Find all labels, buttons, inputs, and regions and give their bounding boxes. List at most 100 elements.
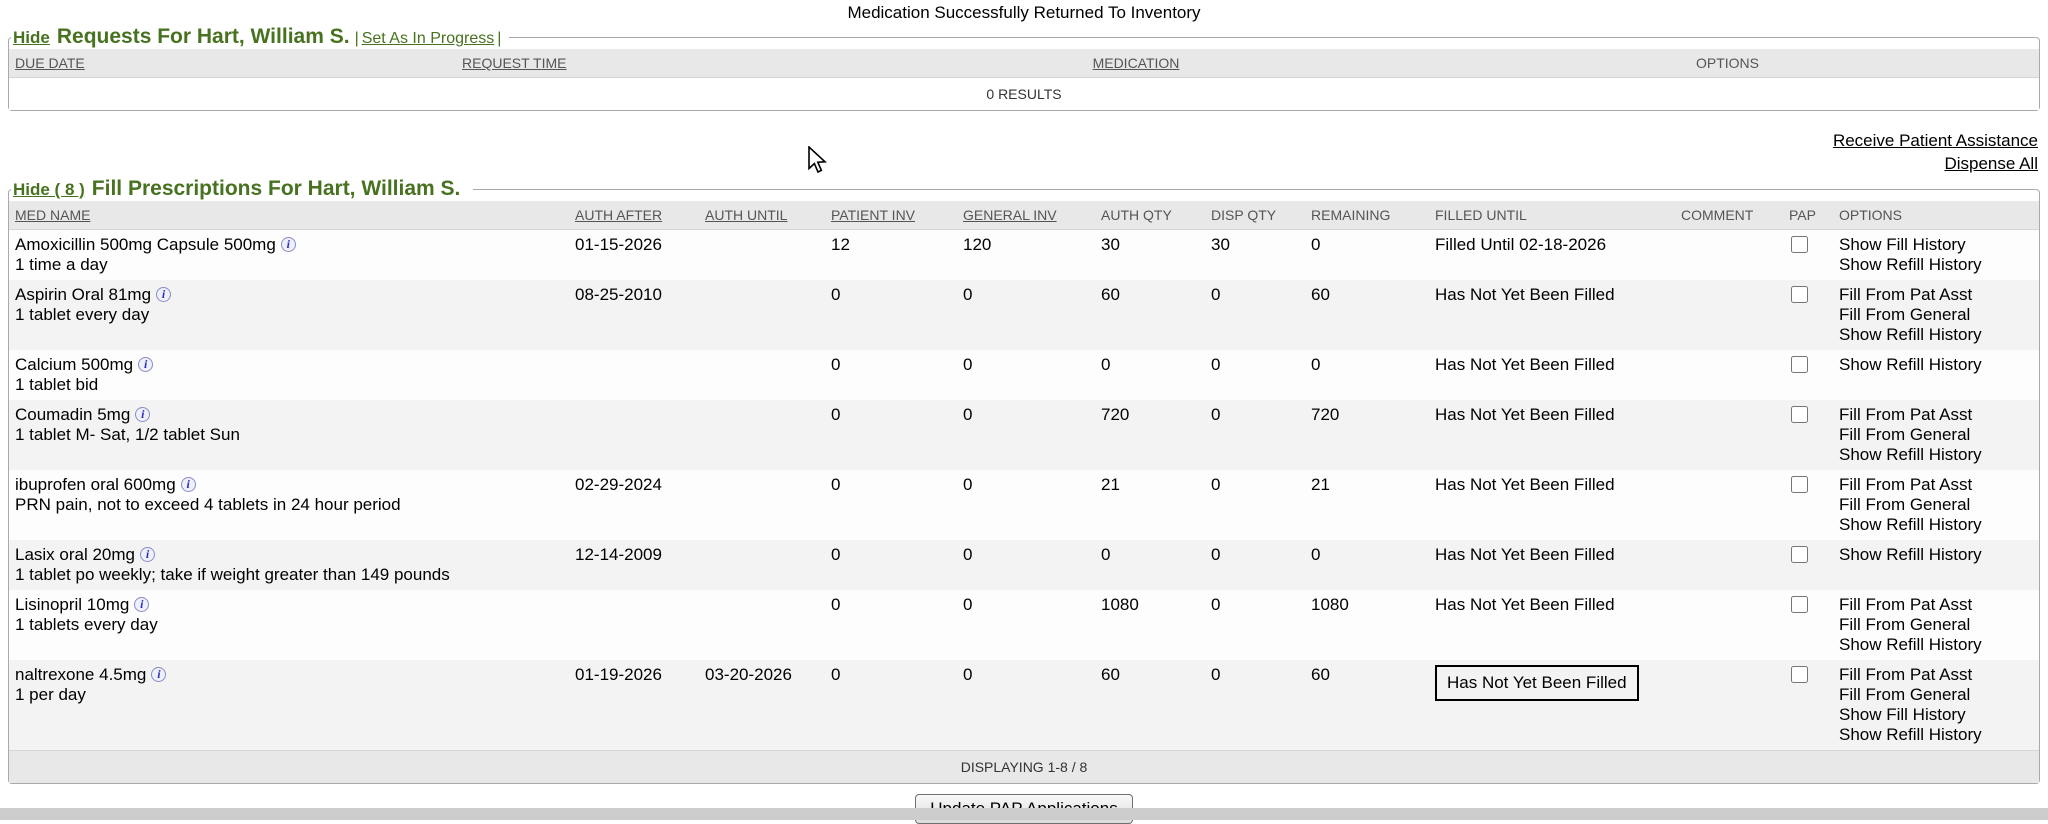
col-due-date[interactable]: DUE DATE	[9, 49, 456, 78]
col-medication[interactable]: MEDICATION	[856, 49, 1416, 78]
receive-patient-assistance-link[interactable]: Receive Patient Assistance	[10, 129, 2038, 152]
info-icon[interactable]: i	[281, 237, 296, 252]
options-cell: Show Fill HistoryShow Refill History	[1833, 230, 2039, 281]
option-link[interactable]: Show Fill History	[1839, 705, 2033, 725]
status-message: Medication Successfully Returned To Inve…	[0, 0, 2048, 23]
auth-until-cell: 03-20-2026	[699, 660, 825, 751]
option-link[interactable]: Show Refill History	[1839, 725, 2033, 745]
col-comment: COMMENT	[1675, 201, 1783, 230]
info-icon[interactable]: i	[181, 477, 196, 492]
pap-cell	[1783, 400, 1833, 470]
info-icon[interactable]: i	[140, 547, 155, 562]
prescription-row: Amoxicillin 500mg Capsule 500mgi 1 time …	[9, 230, 2039, 281]
disp-qty-cell: 0	[1205, 540, 1305, 590]
filled-until-cell: Has Not Yet Been Filled	[1429, 540, 1675, 590]
comment-cell	[1675, 470, 1783, 540]
option-link[interactable]: Fill From General	[1839, 615, 2033, 635]
option-link[interactable]: Show Refill History	[1839, 515, 2033, 535]
info-icon[interactable]: i	[135, 407, 150, 422]
option-link[interactable]: Fill From General	[1839, 425, 2033, 445]
option-link[interactable]: Fill From Pat Asst	[1839, 595, 2033, 615]
col-request-time[interactable]: REQUEST TIME	[456, 49, 856, 78]
pap-checkbox[interactable]	[1791, 356, 1808, 373]
pap-checkbox[interactable]	[1791, 286, 1808, 303]
auth-after-cell: 01-19-2026	[569, 660, 699, 751]
options-cell: Fill From Pat AsstFill From GeneralShow …	[1833, 280, 2039, 350]
auth-until-cell	[699, 280, 825, 350]
auth-after-cell	[569, 590, 699, 660]
option-link[interactable]: Fill From Pat Asst	[1839, 285, 2033, 305]
filled-until-cell: Has Not Yet Been Filled	[1429, 350, 1675, 400]
col-auth-until[interactable]: AUTH UNTIL	[699, 201, 825, 230]
filled-until-cell: Has Not Yet Been Filled	[1429, 470, 1675, 540]
option-link[interactable]: Show Refill History	[1839, 545, 2033, 565]
option-link[interactable]: Show Refill History	[1839, 255, 2033, 275]
dispense-all-link[interactable]: Dispense All	[10, 152, 2038, 175]
col-options: OPTIONS	[1833, 201, 2039, 230]
auth-qty-cell: 0	[1095, 540, 1205, 590]
pap-checkbox[interactable]	[1791, 666, 1808, 683]
option-link[interactable]: Show Fill History	[1839, 235, 2033, 255]
med-name: ibuprofen oral 600mg	[15, 475, 176, 494]
paging-status: DISPLAYING 1-8 / 8	[9, 751, 2039, 784]
option-link[interactable]: Fill From General	[1839, 685, 2033, 705]
col-auth-after[interactable]: AUTH AFTER	[569, 201, 699, 230]
remaining-cell: 1080	[1305, 590, 1429, 660]
hide-fill-prescriptions-link[interactable]: Hide ( 8 )	[13, 180, 85, 199]
option-link[interactable]: Show Refill History	[1839, 445, 2033, 465]
pap-checkbox[interactable]	[1791, 546, 1808, 563]
disp-qty-cell: 0	[1205, 350, 1305, 400]
prescription-row: Lasix oral 20mgi 1 tablet po weekly; tak…	[9, 540, 2039, 590]
auth-after-cell: 02-29-2024	[569, 470, 699, 540]
med-name: Coumadin 5mg	[15, 405, 130, 424]
col-general-inv[interactable]: GENERAL INV	[957, 201, 1095, 230]
pap-checkbox[interactable]	[1791, 596, 1808, 613]
prescription-row: Lisinopril 10mgi 1 tablets every day 0 0…	[9, 590, 2039, 660]
info-icon[interactable]: i	[138, 357, 153, 372]
option-link[interactable]: Fill From Pat Asst	[1839, 665, 2033, 685]
set-as-in-progress-link[interactable]: Set As In Progress	[362, 30, 495, 47]
general-inv-cell: 0	[957, 280, 1095, 350]
filled-until-status: Has Not Yet Been Filled	[1435, 545, 1615, 565]
auth-qty-cell: 21	[1095, 470, 1205, 540]
auth-qty-cell: 1080	[1095, 590, 1205, 660]
info-icon[interactable]: i	[156, 287, 171, 302]
pap-checkbox[interactable]	[1791, 476, 1808, 493]
med-name: Amoxicillin 500mg Capsule 500mg	[15, 235, 276, 254]
auth-until-cell	[699, 540, 825, 590]
option-link[interactable]: Show Refill History	[1839, 355, 2033, 375]
option-link[interactable]: Fill From Pat Asst	[1839, 405, 2033, 425]
pap-cell	[1783, 470, 1833, 540]
pap-cell	[1783, 350, 1833, 400]
info-icon[interactable]: i	[134, 597, 149, 612]
comment-cell	[1675, 400, 1783, 470]
col-med-name[interactable]: MED NAME	[9, 201, 569, 230]
prescription-row: naltrexone 4.5mgi 1 per day 01-19-2026 0…	[9, 660, 2039, 751]
option-link[interactable]: Show Refill History	[1839, 635, 2033, 655]
comment-cell	[1675, 350, 1783, 400]
auth-after-cell: 01-15-2026	[569, 230, 699, 281]
option-link[interactable]: Fill From General	[1839, 305, 2033, 325]
med-name-cell: Aspirin Oral 81mgi 1 tablet every day	[9, 280, 569, 350]
comment-cell	[1675, 660, 1783, 751]
comment-cell	[1675, 280, 1783, 350]
filled-until-cell: Has Not Yet Been Filled	[1429, 280, 1675, 350]
info-icon[interactable]: i	[151, 667, 166, 682]
filled-until-cell: Has Not Yet Been Filled	[1429, 590, 1675, 660]
option-link[interactable]: Fill From Pat Asst	[1839, 475, 2033, 495]
comment-cell	[1675, 590, 1783, 660]
prescription-row: Coumadin 5mgi 1 tablet M- Sat, 1/2 table…	[9, 400, 2039, 470]
prescription-row: Aspirin Oral 81mgi 1 tablet every day 08…	[9, 280, 2039, 350]
options-cell: Fill From Pat AsstFill From GeneralShow …	[1833, 470, 2039, 540]
hide-requests-link[interactable]: Hide	[13, 28, 50, 47]
auth-after-cell	[569, 350, 699, 400]
med-name-cell: Amoxicillin 500mg Capsule 500mgi 1 time …	[9, 230, 569, 281]
col-patient-inv[interactable]: PATIENT INV	[825, 201, 957, 230]
remaining-cell: 21	[1305, 470, 1429, 540]
pap-cell	[1783, 590, 1833, 660]
option-link[interactable]: Show Refill History	[1839, 325, 2033, 345]
pap-checkbox[interactable]	[1791, 236, 1808, 253]
pap-checkbox[interactable]	[1791, 406, 1808, 423]
general-inv-cell: 0	[957, 540, 1095, 590]
option-link[interactable]: Fill From General	[1839, 495, 2033, 515]
